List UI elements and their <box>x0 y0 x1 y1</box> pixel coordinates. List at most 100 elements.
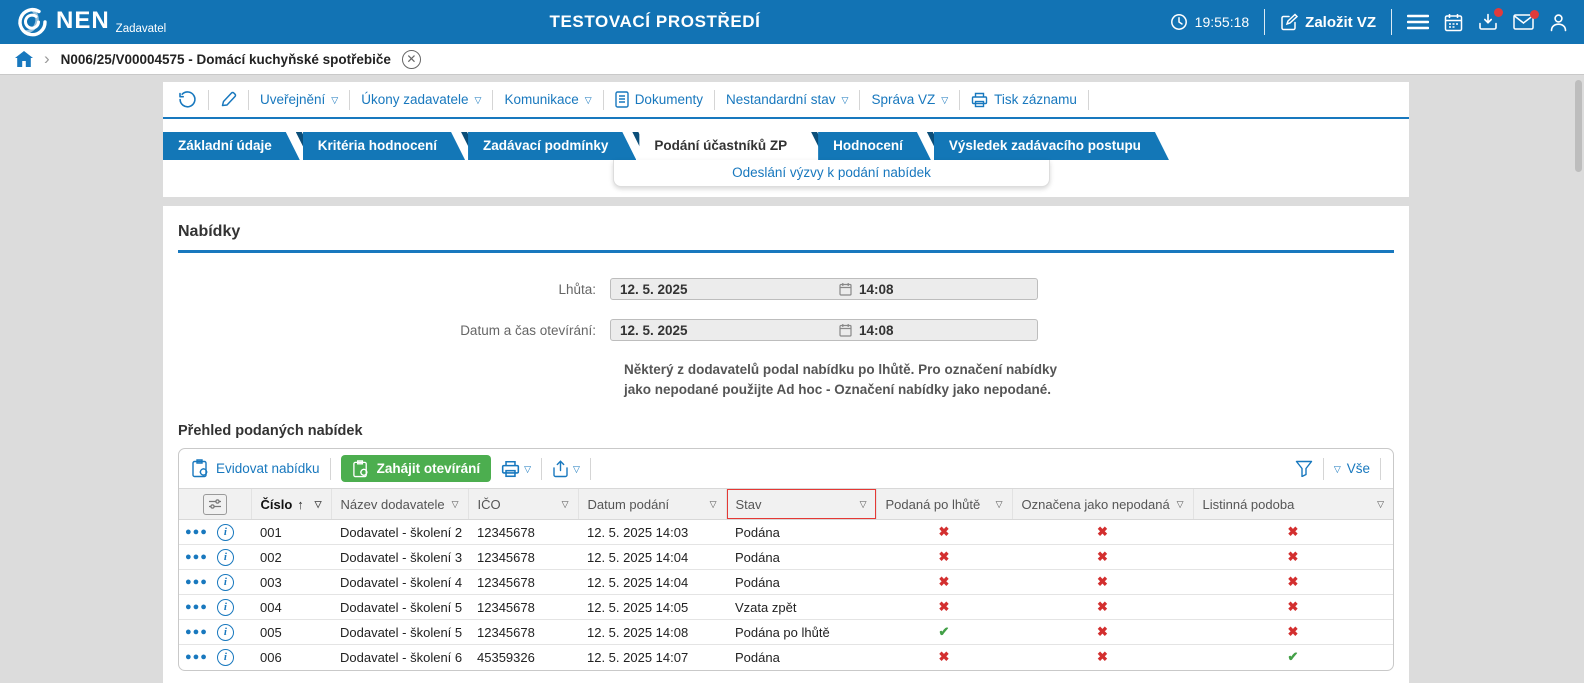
cross-icon: ✖ <box>938 599 950 615</box>
register-offer-button[interactable]: Evidovat nabídku <box>191 459 320 478</box>
tab-vysledek-zadavaciho-postupu[interactable]: Výsledek zadávacího postupu <box>934 132 1169 160</box>
history-icon[interactable] <box>178 90 197 109</box>
cross-icon: ✖ <box>1287 574 1299 590</box>
menu-ukony-zadavatele[interactable]: Úkony zadavatele ▽ <box>361 92 481 107</box>
info-icon[interactable]: i <box>216 548 234 566</box>
row-menu-icon[interactable]: ●●● <box>185 651 208 663</box>
cell-supplier: Dodavatel - školení 6 <box>340 649 463 665</box>
home-icon[interactable] <box>15 51 33 67</box>
row-menu-icon[interactable]: ●●● <box>185 526 208 538</box>
table-row: ●●● i 005 Dodavatel - školení 5 12345678… <box>179 619 1393 646</box>
hamburger-icon <box>1407 14 1429 30</box>
downloads-button[interactable] <box>1478 8 1503 32</box>
cell-submitted: 12. 5. 2025 14:08 <box>578 619 726 646</box>
filter-caret-icon[interactable]: ▽ <box>562 500 569 509</box>
row-menu-icon[interactable]: ●●● <box>185 601 208 613</box>
nen-logo[interactable]: NEN Zadavatel <box>16 6 166 38</box>
tab-kriteria-hodnoceni[interactable]: Kritéria hodnocení <box>303 132 465 160</box>
offers-grid-panel: Evidovat nabídku Zahájit otevírání ▽ ▽ ▽… <box>178 448 1394 671</box>
menu-komunikace[interactable]: Komunikace ▽ <box>504 92 591 107</box>
opening-input[interactable]: 12. 5. 2025 14:08 <box>610 319 1038 341</box>
send-call-for-tenders-link[interactable]: Odeslání výzvy k podání nabídek <box>732 165 931 180</box>
row-menu-icon[interactable]: ●●● <box>185 576 208 588</box>
late-offer-warning: Některý z dodavatelů podal nabídku po lh… <box>624 362 1057 397</box>
check-icon: ✔ <box>938 624 950 640</box>
cell-ico: 12345678 <box>468 544 578 571</box>
cell-supplier: Dodavatel - školení 5 <box>331 619 468 646</box>
filter-caret-icon[interactable]: ▽ <box>452 500 459 509</box>
table-row: ●●● i 001 Dodavatel - školení 2 12345678… <box>179 519 1393 546</box>
printer-icon <box>971 92 988 108</box>
cell-number: 002 <box>251 544 331 571</box>
create-vz-button[interactable]: Založit VZ <box>1280 13 1376 31</box>
cell-ico: 12345678 <box>468 519 578 546</box>
filter-caret-icon[interactable]: ▽ <box>315 500 322 509</box>
column-header-oznacena-jako-nepodana[interactable]: Označena jako nepodaná ▽ <box>1011 488 1193 521</box>
column-header-ico[interactable]: IČO ▽ <box>467 488 578 521</box>
menu-dokumenty[interactable]: Dokumenty <box>614 91 703 108</box>
chevron-down-icon: ▽ <box>573 463 580 474</box>
print-grid-button[interactable]: ▽ <box>501 460 531 478</box>
menu-nestandardni-stav[interactable]: Nestandardní stav ▽ <box>726 92 848 107</box>
menu-tisk-zaznamu[interactable]: Tisk záznamu <box>971 92 1077 108</box>
cell-status: Podána po lhůtě <box>726 619 876 646</box>
start-opening-button[interactable]: Zahájit otevírání <box>340 455 492 483</box>
table-row: ●●● i 004 Dodavatel - školení 5 12345678… <box>179 594 1393 621</box>
cross-icon: ✖ <box>1097 549 1108 565</box>
cell-supplier: Dodavatel - školení 3 <box>331 544 468 571</box>
calendar-button[interactable] <box>1444 13 1463 32</box>
menu-uverejneni[interactable]: Uveřejnění ▽ <box>260 92 338 107</box>
session-time: 19:55:18 <box>1194 14 1250 30</box>
pencil-icon[interactable] <box>220 91 237 108</box>
info-icon[interactable]: i <box>216 573 234 591</box>
cross-icon: ✖ <box>938 524 950 540</box>
tab-hodnoceni[interactable]: Hodnocení <box>818 132 931 160</box>
column-header-stav[interactable]: Stav ▽ <box>725 488 876 521</box>
user-button[interactable] <box>1549 13 1568 32</box>
filter-caret-icon[interactable]: ▽ <box>710 500 717 509</box>
menu-sprava-vz[interactable]: Správa VZ ▽ <box>871 92 948 107</box>
info-icon[interactable]: i <box>216 598 234 616</box>
section-underline <box>178 250 1394 253</box>
info-icon[interactable]: i <box>216 523 234 541</box>
tab-zakladni-udaje[interactable]: Základní údaje <box>163 132 300 160</box>
cross-icon: ✖ <box>1287 549 1299 565</box>
header-divider <box>1391 9 1392 35</box>
cell-number: 006 <box>260 649 282 665</box>
column-header-listinna-podoba[interactable]: Listinná podoba ▽ <box>1192 488 1393 521</box>
filter-caret-icon[interactable]: ▽ <box>860 500 867 509</box>
info-icon[interactable]: i <box>216 623 234 641</box>
chevron-down-icon: ▽ <box>1333 463 1341 474</box>
record-breadcrumb-title: N006/25/V00004575 - Domácí kuchyňské spo… <box>60 51 391 67</box>
table-row: ●●● i 003 Dodavatel - školení 4 12345678… <box>179 569 1393 596</box>
tab-zadavaci-podminky[interactable]: Zadávací podmínky <box>468 132 636 160</box>
nen-logo-icon <box>16 6 48 38</box>
tab-podani-ucastniku-zp[interactable]: Podání účastníků ZP <box>639 132 815 160</box>
deadline-input[interactable]: 12. 5. 2025 14:08 <box>610 278 1038 300</box>
filter-icon[interactable] <box>1295 460 1313 478</box>
filter-caret-icon[interactable]: ▽ <box>996 500 1003 509</box>
row-menu-icon[interactable]: ●●● <box>185 626 208 638</box>
column-settings-icon[interactable] <box>202 493 227 515</box>
column-header-podana-po-lhute[interactable]: Podaná po lhůtě ▽ <box>875 488 1012 521</box>
offers-card: Nabídky Lhůta: 12. 5. 2025 14:08 Datum a… <box>163 206 1409 683</box>
opening-time-value: 14:08 <box>859 322 894 338</box>
export-button[interactable]: ▽ <box>552 459 580 478</box>
row-menu-icon[interactable]: ●●● <box>185 551 208 563</box>
filter-caret-icon[interactable]: ▽ <box>1377 500 1384 509</box>
filter-caret-icon[interactable]: ▽ <box>1177 500 1184 509</box>
chevron-right-icon: › <box>44 48 50 68</box>
document-icon <box>614 91 629 108</box>
scrollbar-thumb[interactable] <box>1575 80 1582 172</box>
menu-button[interactable] <box>1407 14 1429 30</box>
calendar-small-icon <box>839 282 852 296</box>
sort-asc-icon: ↑ <box>297 496 304 512</box>
column-header-cislo[interactable]: Číslo ↑ ▽ <box>250 488 331 521</box>
column-header-nazev-dodavatele[interactable]: Název dodavatele ▽ <box>330 488 468 521</box>
info-icon[interactable]: i <box>216 648 234 666</box>
messages-button[interactable] <box>1513 10 1539 30</box>
toolbar-separator <box>1322 457 1324 480</box>
close-record-button[interactable]: ✕ <box>401 49 421 69</box>
filter-all-button[interactable]: ▽ Vše <box>1334 461 1370 476</box>
column-header-datum-podani[interactable]: Datum podání ▽ <box>577 488 726 521</box>
